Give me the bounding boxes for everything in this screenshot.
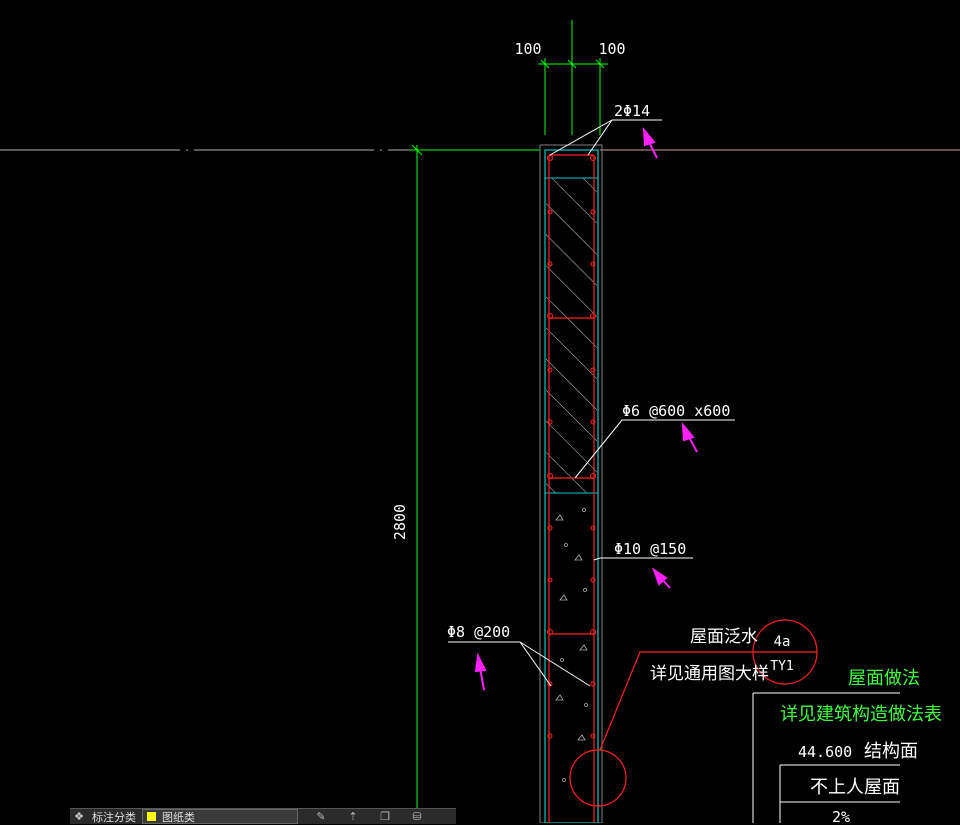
dim-height-label: 2800 [391, 504, 409, 540]
edit-icon[interactable]: ✎ [312, 809, 330, 824]
layer-dropdown[interactable]: 图纸类 [142, 809, 298, 824]
rebar-top-label: 2Φ14 [614, 102, 650, 120]
roof-table-note: 详见建筑构造做法表 [780, 704, 942, 725]
cad-drawing-canvas[interactable]: 2800 100 100 2Φ14 Φ6 @600 x600 Φ10 @150 … [0, 0, 960, 823]
width-dimension [538, 20, 608, 135]
roof-table-title: 屋面做法 [848, 668, 920, 689]
copy-icon[interactable]: ❐ [376, 809, 394, 824]
rebar-mesh-label: Φ6 @600 x600 [622, 402, 730, 420]
detail-sheet: TY1 [770, 659, 793, 674]
elevation-label: 结构面 [864, 741, 918, 762]
parapet-wall-section [539, 144, 603, 823]
dim-top-right-label: 100 [598, 40, 625, 58]
note-flashing: 屋面泛水 [690, 627, 758, 647]
roof-slope: 2% [832, 808, 850, 823]
rebar-horizontal-label: Φ8 @200 [447, 623, 510, 641]
layer-status-bar: ❖ 标注分类 图纸类 ✎ ⇡ ❐ ⛁ [70, 808, 456, 824]
layer-name: 图纸类 [162, 811, 195, 824]
upload-icon[interactable]: ⇡ [344, 809, 362, 824]
rebar-vertical-label: Φ10 @150 [614, 540, 686, 558]
height-dimension [410, 144, 540, 823]
detail-number: 4a [774, 634, 791, 650]
roof-type: 不上人屋面 [810, 777, 900, 798]
layer-color-swatch [147, 812, 156, 821]
database-icon[interactable]: ⛁ [408, 809, 426, 824]
dim-top-left-label: 100 [514, 40, 541, 58]
note-detail: 详见通用图大样 [650, 664, 769, 684]
elevation-value: 44.600 [798, 743, 852, 761]
layer-manager-icon[interactable]: ❖ [70, 809, 88, 824]
status-label: 标注分类 [92, 811, 136, 824]
